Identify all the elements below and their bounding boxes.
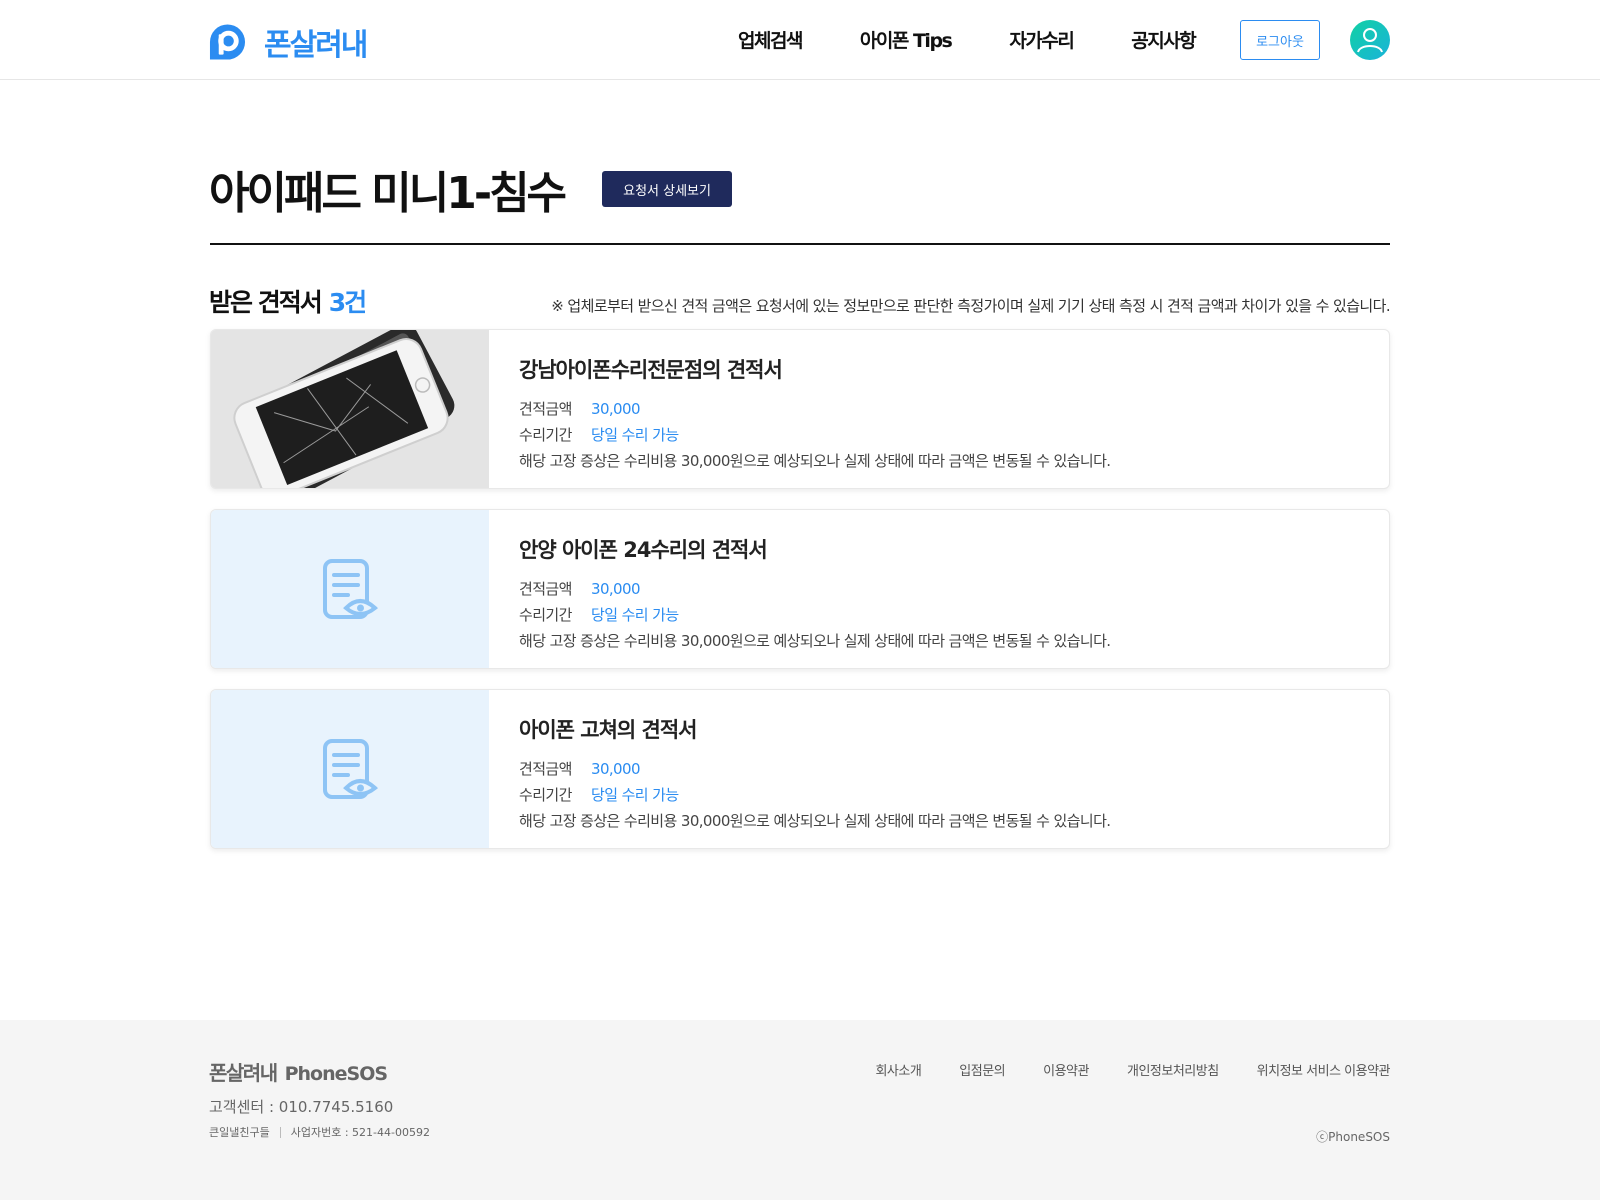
quote-price-value: 30,000 <box>591 760 640 778</box>
company-name: 큰일낼친구들 <box>209 1126 270 1139</box>
quote-period-row: 수리기간 당일 수리 가능 <box>519 424 1359 445</box>
quote-period-label: 수리기간 <box>519 426 572 444</box>
received-quotes-label: 받은 견적서 <box>209 288 323 317</box>
quote-period-value: 당일 수리 가능 <box>591 426 679 444</box>
footer-logo-en: PhoneSOS <box>284 1063 388 1085</box>
page-title: 아이패드 미니1-침수 <box>209 168 567 219</box>
quote-description: 해당 고장 증상은 수리비용 30,000원으로 예상되오나 실제 상태에 따라… <box>519 452 1111 470</box>
quote-card[interactable]: 강남아이폰수리전문점의 견적서 견적금액 30,000 수리기간 당일 수리 가능 … <box>210 329 1390 489</box>
quote-card-body: 안양 아이폰 24수리의 견적서 견적금액 30,000 수리기간 당일 수리 가능… <box>489 510 1389 668</box>
title-divider <box>210 243 1390 245</box>
quote-card-title: 강남아이폰수리전문점의 견적서 <box>519 358 783 382</box>
quote-period-value: 당일 수리 가능 <box>591 606 679 624</box>
business-number: 사업자번호 : 521-44-00592 <box>290 1126 430 1139</box>
footer-link-location-terms[interactable]: 위치정보 서비스 이용약관 <box>1257 1060 1391 1079</box>
site-header: 폰살려내 업체검색 아이폰 Tips 자가수리 공지사항 로그아웃 <box>0 0 1600 80</box>
logo-p-icon <box>209 24 246 60</box>
nav-notices[interactable]: 공지사항 <box>1131 26 1196 53</box>
received-quotes-count: 3건 <box>328 288 367 317</box>
quote-price-value: 30,000 <box>591 400 640 418</box>
broken-iphone-photo <box>211 330 489 488</box>
quote-price-row: 견적금액 30,000 <box>519 398 1359 419</box>
quote-price-label: 견적금액 <box>519 400 572 418</box>
quote-card[interactable]: 안양 아이폰 24수리의 견적서 견적금액 30,000 수리기간 당일 수리 가능… <box>210 509 1390 669</box>
logo[interactable]: 폰살려내 <box>209 20 368 64</box>
quote-description: 해당 고장 증상은 수리비용 30,000원으로 예상되오나 실제 상태에 따라… <box>519 812 1111 830</box>
nav-company-search[interactable]: 업체검색 <box>738 26 803 53</box>
logo-text: 폰살려내 <box>264 28 368 63</box>
broken-iphone-image <box>211 330 489 488</box>
quote-notice: ※ 업체로부터 받으신 견적 금액은 요청서에 있는 정보만으로 판단한 측정가… <box>551 297 1390 315</box>
view-request-detail-button[interactable]: 요청서 상세보기 <box>602 171 733 207</box>
quote-card-body: 아이폰 고쳐의 견적서 견적금액 30,000 수리기간 당일 수리 가능 해당 고… <box>489 690 1389 848</box>
quote-list: 강남아이폰수리전문점의 견적서 견적금액 30,000 수리기간 당일 수리 가능 … <box>210 329 1390 869</box>
footer-logo-kr: 폰살려내 <box>209 1061 278 1085</box>
copyright: ⓒPhoneSOS <box>1316 1130 1390 1144</box>
site-footer: 폰살려내 PhoneSOS 고객센터 : 010.7745.5160 큰일낼친구들… <box>0 1020 1600 1200</box>
user-avatar-icon[interactable] <box>1350 20 1390 60</box>
customer-center: 고객센터 : 010.7745.5160 <box>209 1098 394 1116</box>
received-quotes-heading: 받은 견적서 3건 <box>209 283 367 319</box>
main-nav: 업체검색 아이폰 Tips 자가수리 공지사항 <box>738 26 1253 53</box>
quote-card-title: 아이폰 고쳐의 견적서 <box>519 718 698 742</box>
footer-links: 회사소개 입점문의 이용약관 개인정보처리방침 위치정보 서비스 이용약관 <box>837 1060 1390 1079</box>
nav-self-repair[interactable]: 자가수리 <box>1009 26 1074 53</box>
quote-thumbnail <box>211 510 489 668</box>
quote-count-row: 받은 견적서 3건 ※ 업체로부터 받으신 견적 금액은 요청서에 있는 정보만으… <box>209 283 1391 319</box>
nav-iphone-tips[interactable]: 아이폰 Tips <box>860 26 953 53</box>
quote-card[interactable]: 아이폰 고쳐의 견적서 견적금액 30,000 수리기간 당일 수리 가능 해당 고… <box>210 689 1390 849</box>
quote-price-row: 견적금액 30,000 <box>519 578 1359 599</box>
quote-thumbnail <box>211 690 489 848</box>
document-view-icon <box>323 559 378 619</box>
quote-card-body: 강남아이폰수리전문점의 견적서 견적금액 30,000 수리기간 당일 수리 가능 … <box>489 330 1389 488</box>
footer-link-terms[interactable]: 이용약관 <box>1043 1060 1089 1079</box>
quote-description: 해당 고장 증상은 수리비용 30,000원으로 예상되오나 실제 상태에 따라… <box>519 632 1111 650</box>
quote-price-label: 견적금액 <box>519 580 572 598</box>
footer-link-partnership[interactable]: 입점문의 <box>959 1060 1005 1079</box>
quote-period-label: 수리기간 <box>519 786 572 804</box>
document-view-icon <box>323 739 378 799</box>
divider <box>279 1126 281 1138</box>
footer-link-about[interactable]: 회사소개 <box>875 1060 921 1079</box>
quote-price-row: 견적금액 30,000 <box>519 758 1359 779</box>
quote-period-label: 수리기간 <box>519 606 572 624</box>
business-info: 큰일낼친구들 사업자번호 : 521-44-00592 <box>209 1124 430 1140</box>
quote-period-row: 수리기간 당일 수리 가능 <box>519 784 1359 805</box>
quote-period-row: 수리기간 당일 수리 가능 <box>519 604 1359 625</box>
quote-card-title: 안양 아이폰 24수리의 견적서 <box>519 538 768 562</box>
quote-period-value: 당일 수리 가능 <box>591 786 679 804</box>
quote-price-label: 견적금액 <box>519 760 572 778</box>
title-row: 아이패드 미니1-침수 요청서 상세보기 <box>209 157 733 221</box>
logout-button[interactable]: 로그아웃 <box>1240 20 1320 60</box>
footer-link-privacy[interactable]: 개인정보처리방침 <box>1127 1060 1219 1079</box>
quote-price-value: 30,000 <box>591 580 640 598</box>
footer-logo: 폰살려내 PhoneSOS <box>209 1057 388 1086</box>
